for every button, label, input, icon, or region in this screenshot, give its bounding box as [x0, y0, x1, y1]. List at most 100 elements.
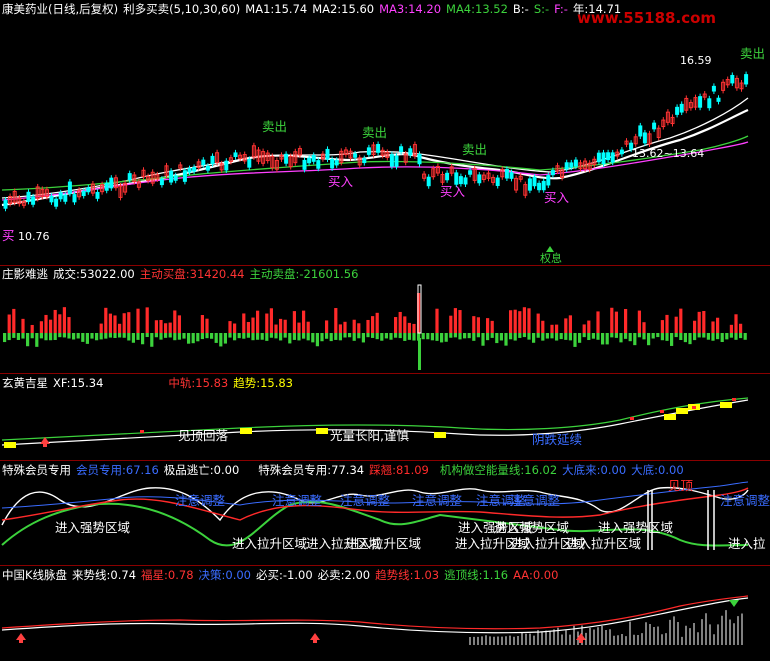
- volume-bar-sell: [674, 333, 678, 338]
- volume-bar-sell: [394, 333, 398, 338]
- volume-bar-sell: [665, 333, 669, 341]
- volume-bar-sell: [233, 333, 237, 341]
- volume-bar-sell: [58, 333, 62, 338]
- xh-note: 光量长阳,谨慎: [330, 428, 409, 443]
- volume-bar-sell: [472, 333, 476, 341]
- candle-body: [31, 196, 36, 205]
- volume-bar-buy: [325, 320, 329, 333]
- volume-bar-sell: [711, 333, 715, 341]
- candle-body: [192, 166, 197, 172]
- volume-bar-buy: [509, 310, 513, 333]
- zone-label: 注意调整: [340, 493, 391, 508]
- volume-bar-sell: [688, 333, 692, 345]
- volume-bar-sell: [338, 333, 342, 341]
- volume-bar-sell: [375, 333, 379, 340]
- volume-bar-sell: [384, 333, 388, 339]
- volume-bar-sell: [311, 333, 315, 343]
- candle-body: [63, 194, 68, 202]
- volume-bar-sell: [734, 333, 738, 340]
- volume-bar-buy: [49, 319, 53, 333]
- kline-lines: [1, 595, 749, 634]
- mid-price-label: 13.62~13.64: [632, 147, 704, 160]
- volume-bar-sell: [3, 333, 7, 343]
- volume-bar-sell: [274, 333, 278, 339]
- volume-bar-buy: [398, 311, 402, 333]
- volume-bar-sell: [743, 333, 747, 340]
- volume-bar-buy: [53, 309, 57, 333]
- candle-body: [707, 98, 712, 109]
- volume-bar-sell: [39, 333, 43, 339]
- volume-bar-sell: [555, 333, 559, 341]
- volume-bar-buy: [159, 319, 163, 333]
- bimai2-value: 必卖:2.00: [317, 568, 371, 582]
- volume-bar-buy: [334, 308, 338, 333]
- candle-body: [67, 181, 72, 194]
- member-m7: 大底:0.00: [631, 463, 684, 477]
- volume-bar-buy: [145, 307, 149, 333]
- member-m3: 特殊会员专用:77.34: [258, 463, 365, 477]
- volume-bar-sell: [131, 333, 135, 343]
- volume-bar-spike: [418, 338, 421, 370]
- volume-bar-buy: [30, 324, 34, 333]
- taodingxian-value: 逃顶线:1.16: [444, 568, 509, 582]
- volume-bar-sell: [108, 333, 112, 338]
- volume-bar-buy: [62, 307, 66, 333]
- volume-bar-buy: [302, 310, 306, 333]
- volume-bar-buy: [527, 308, 531, 333]
- volume-bar-sell: [173, 333, 177, 341]
- candle-body: [81, 190, 86, 197]
- volume-bar-buy: [256, 310, 260, 333]
- volume-bar-sell: [449, 333, 453, 338]
- volume-bar-sell: [85, 333, 89, 344]
- volume-bar-sell: [256, 333, 260, 340]
- sell-signal: 卖出: [740, 46, 765, 61]
- candle-body: [504, 168, 509, 179]
- candle-body: [652, 122, 657, 130]
- volume-bar-sell: [72, 333, 76, 340]
- volume-bar-buy: [674, 316, 678, 333]
- candle-body: [509, 172, 514, 179]
- volume-bar-buy: [541, 320, 545, 333]
- volume-bar-sell: [357, 333, 361, 339]
- volume-title: 庄影难逃: [2, 267, 48, 281]
- member-zone-bot: 进入拉升区域 进入拉升区域 进入拉升区域 进入拉升区域 进入拉升区域 进入拉升区…: [232, 536, 766, 551]
- volume-bar-sell: [62, 333, 66, 338]
- zone-label: 注意调整: [175, 493, 226, 508]
- candle-body: [606, 152, 611, 161]
- volume-bar-sell: [136, 333, 140, 340]
- volume-bar-sell: [200, 333, 204, 340]
- volume-bar-sell: [361, 333, 365, 343]
- yellow-block: [434, 432, 446, 438]
- volume-bar-sell: [559, 333, 563, 340]
- volume-bar-sell: [12, 333, 16, 338]
- volume-bar-sell: [619, 333, 623, 343]
- volume-bar-sell: [223, 333, 227, 344]
- volume-bar-buy: [697, 311, 701, 333]
- candle-body: [417, 153, 422, 165]
- volume-bar-buy: [39, 321, 43, 333]
- zone-label: 注意调整: [510, 493, 561, 508]
- volume-bar-sell: [127, 333, 131, 341]
- candle-body: [224, 160, 229, 171]
- volume-bar-buy: [154, 320, 158, 333]
- volume-bar-sell: [246, 333, 250, 338]
- volume-bar-buy: [490, 320, 494, 333]
- candle-body: [95, 191, 100, 199]
- zone-label: 进入拉升区域: [566, 536, 641, 551]
- volume-bar-sell: [228, 333, 232, 338]
- volume-bar-sell: [90, 333, 94, 339]
- volume-bar-buy: [136, 308, 140, 333]
- candle-body: [546, 175, 551, 186]
- volume-bar-buy: [486, 318, 490, 333]
- candles: [3, 71, 749, 212]
- volume-bar-sell: [210, 333, 214, 339]
- volume-bar-sell: [348, 333, 352, 338]
- sell-signal: 卖出: [462, 142, 487, 157]
- candle-body: [550, 170, 555, 176]
- volume-bar-buy: [550, 324, 554, 333]
- red-dot: [140, 430, 144, 433]
- yellow-block: [240, 428, 252, 434]
- qushi-value: 趋势:15.83: [233, 376, 293, 390]
- volume-bar-buy: [265, 313, 269, 333]
- volume-bar-buy: [352, 319, 356, 333]
